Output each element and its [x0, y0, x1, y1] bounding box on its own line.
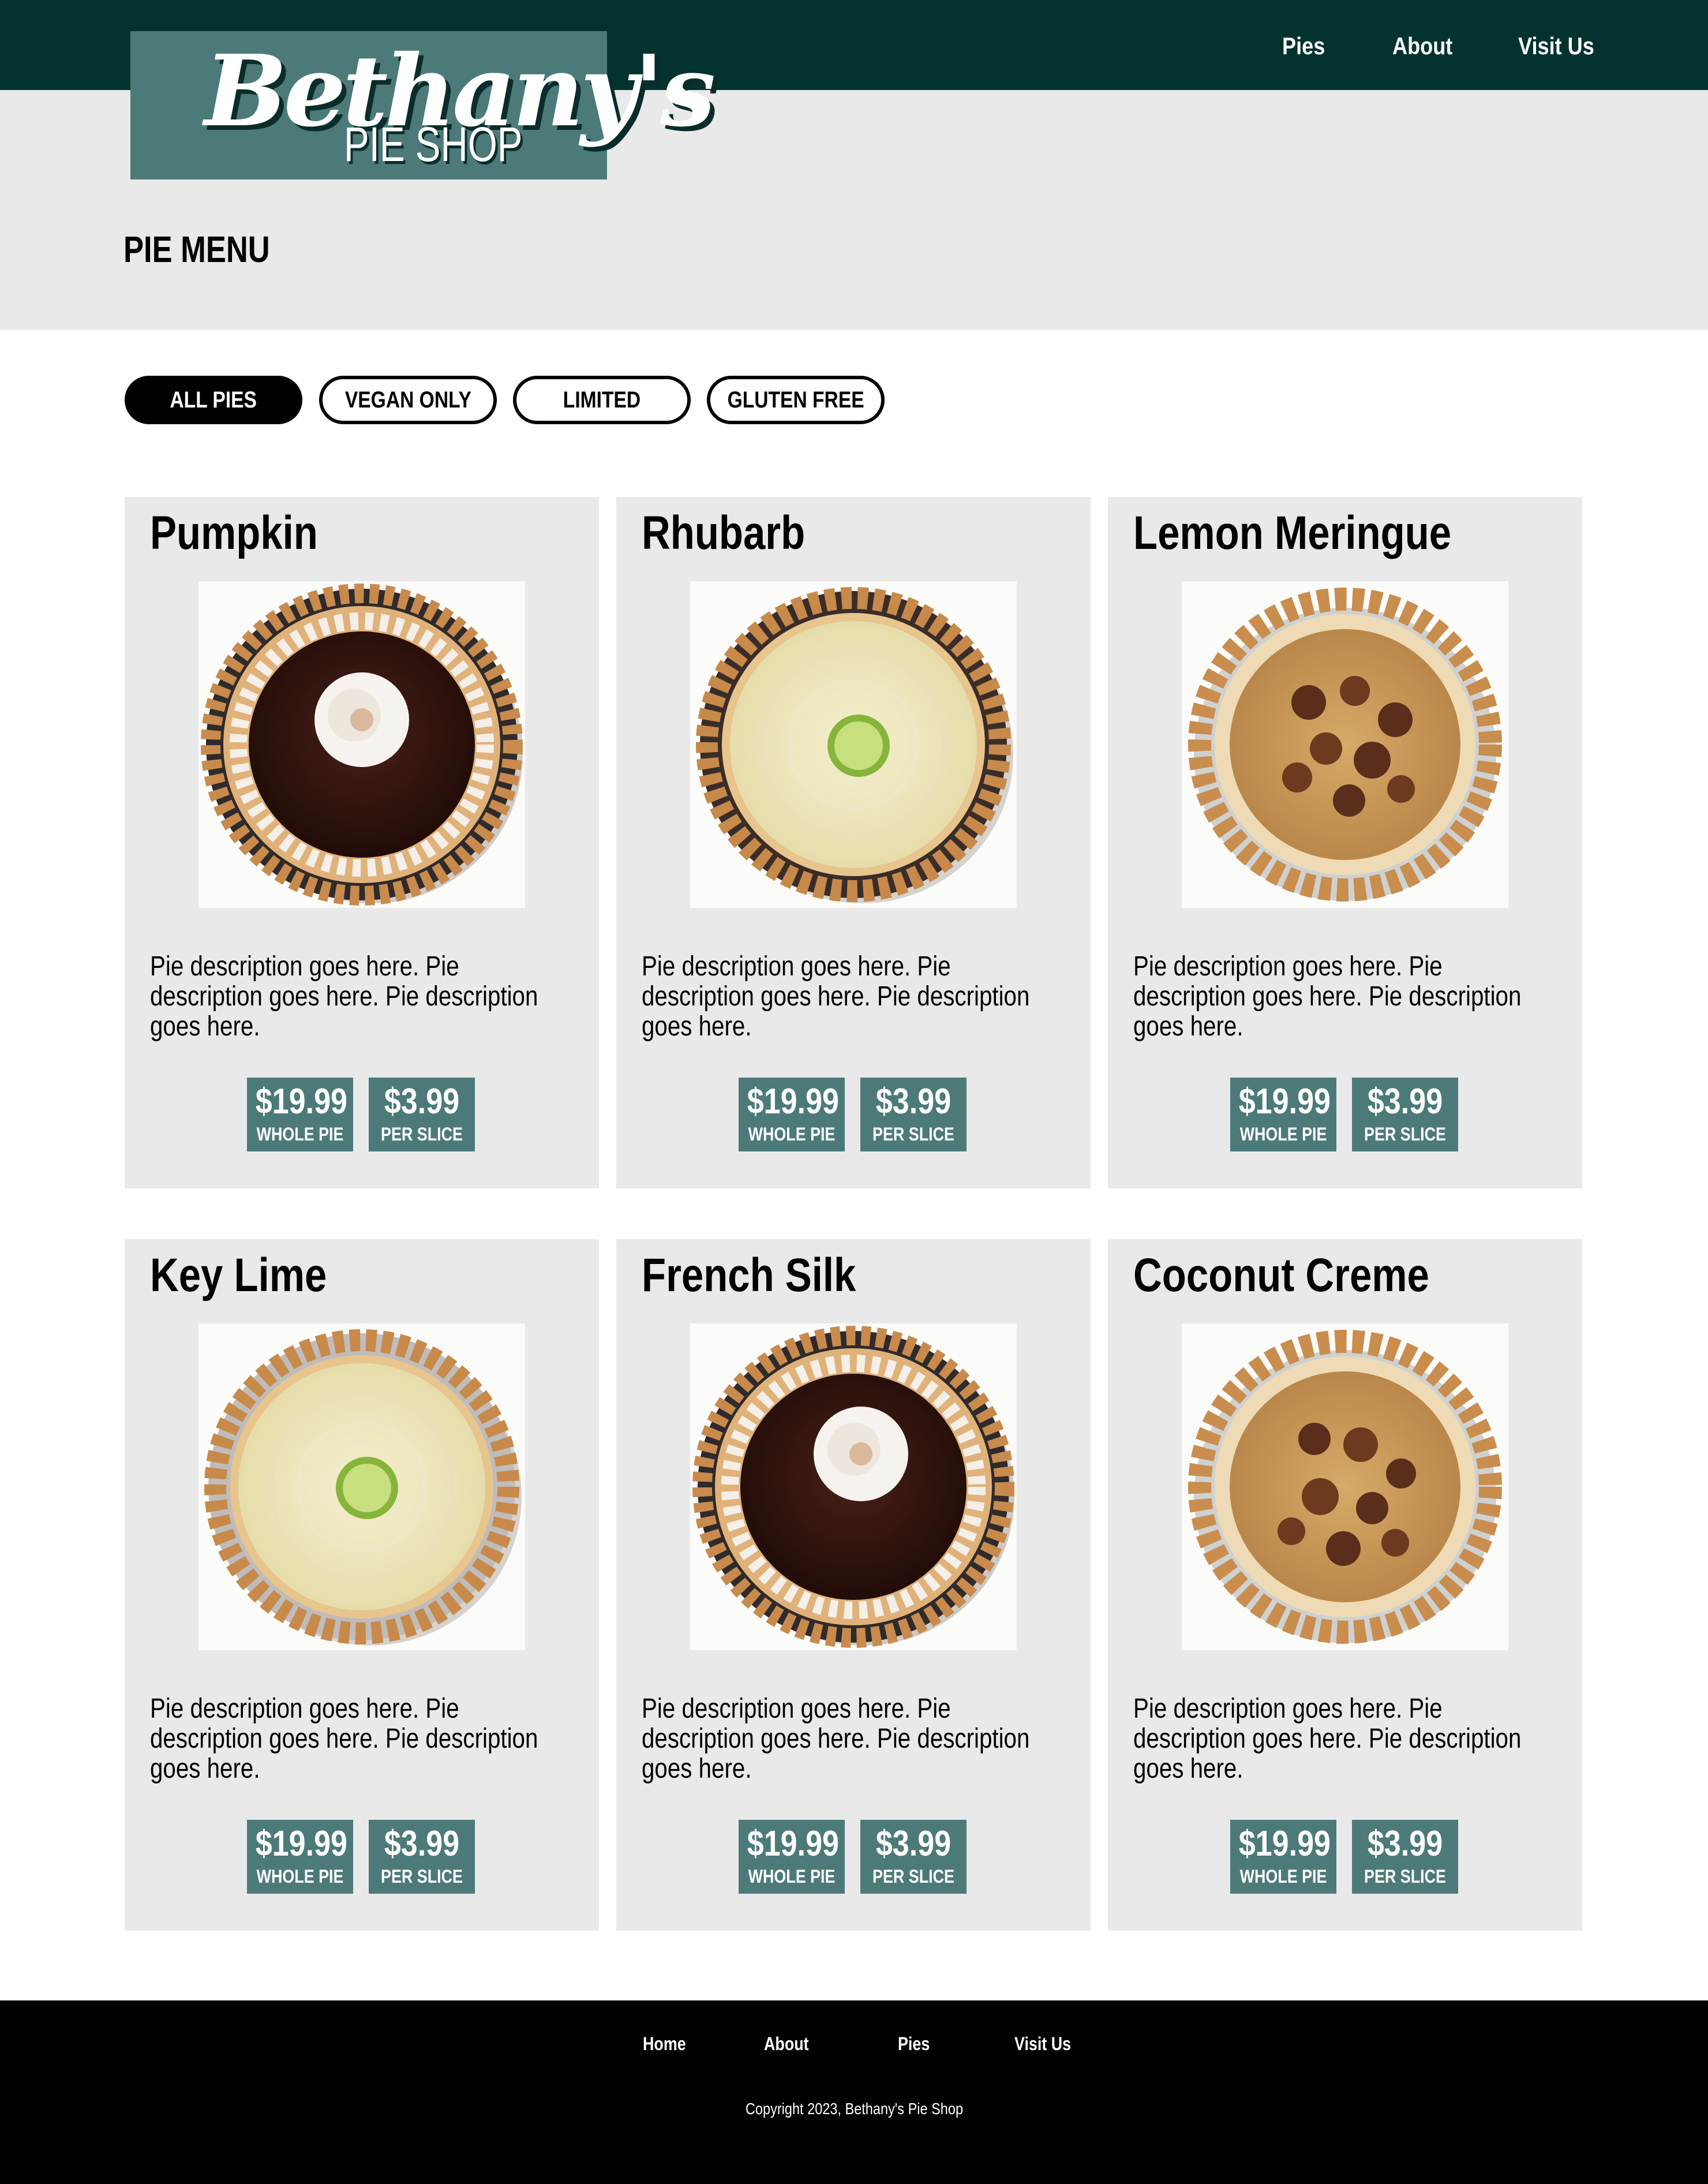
filter-vegan-only[interactable]: VEGAN ONLY — [319, 376, 497, 424]
whole-pie-price: $19.99 WHOLE PIE — [1230, 1820, 1336, 1894]
whole-pie-price: $19.99 WHOLE PIE — [247, 1820, 353, 1894]
price-label: WHOLE PIE — [1239, 1866, 1327, 1887]
pie-description: Pie description goes here. Pie descripti… — [642, 1693, 1030, 1784]
price-amount: $19.99 — [255, 1082, 348, 1121]
footer-link-about[interactable]: About — [764, 2033, 809, 2055]
whole-pie-price: $19.99 WHOLE PIE — [739, 1820, 845, 1894]
price-label: PER SLICE — [381, 1124, 463, 1145]
pie-description: Pie description goes here. Pie descripti… — [1133, 1693, 1522, 1784]
price-label: WHOLE PIE — [1239, 1124, 1327, 1145]
copyright-wrapper: Copyright 2023, Bethany's Pie Shop — [0, 2100, 1708, 2118]
pie-name: Coconut Creme — [1133, 1249, 1429, 1302]
price-amount: $19.99 — [1238, 1082, 1331, 1121]
price-label: PER SLICE — [872, 1866, 954, 1887]
logo-subtitle: PIE SHOP — [344, 117, 523, 171]
price-amount: $3.99 — [875, 1824, 952, 1864]
filter-label: VEGAN ONLY — [344, 387, 471, 413]
price-label: WHOLE PIE — [256, 1866, 344, 1887]
slice-price: $3.99 PER SLICE — [860, 1078, 967, 1151]
pie-card[interactable]: French Silk Pie description goes here. P… — [616, 1239, 1091, 1931]
filter-label: ALL PIES — [170, 387, 257, 413]
footer-link-home[interactable]: Home — [643, 2033, 686, 2055]
pie-description: Pie description goes here. Pie descripti… — [1133, 951, 1522, 1042]
slice-price: $3.99 PER SLICE — [369, 1078, 475, 1151]
nav-pies[interactable]: Pies — [1282, 30, 1325, 62]
price-amount: $3.99 — [875, 1082, 952, 1121]
price-amount: $3.99 — [1367, 1082, 1443, 1121]
price-label: WHOLE PIE — [256, 1124, 344, 1145]
chocolate-pie-photo — [690, 1323, 1017, 1650]
slice-price: $3.99 PER SLICE — [1352, 1820, 1458, 1894]
pie-card[interactable]: Coconut Creme Pie description goes here.… — [1108, 1239, 1582, 1931]
price-amount: $19.99 — [747, 1082, 840, 1121]
nav-visit-us[interactable]: Visit Us — [1518, 30, 1594, 62]
slice-price: $3.99 PER SLICE — [369, 1820, 475, 1894]
pie-description: Pie description goes here. Pie descripti… — [642, 951, 1030, 1042]
whole-pie-price: $19.99 WHOLE PIE — [1230, 1078, 1336, 1151]
nav-about[interactable]: About — [1392, 30, 1452, 62]
pie-description: Pie description goes here. Pie descripti… — [150, 951, 538, 1042]
pie-name: Key Lime — [150, 1249, 327, 1302]
price-label: WHOLE PIE — [748, 1866, 836, 1887]
pie-card[interactable]: Rhubarb Pie description goes here. Pie d… — [616, 497, 1091, 1188]
price-label: PER SLICE — [1364, 1866, 1446, 1887]
price-amount: $19.99 — [747, 1824, 840, 1864]
filter-limited[interactable]: LIMITED — [513, 376, 691, 424]
pie-card[interactable]: Lemon Meringue Pie description goes here… — [1108, 497, 1582, 1188]
copyright-text: Copyright 2023, Bethany's Pie Shop — [745, 2100, 963, 2118]
filter-gluten-free[interactable]: GLUTEN FREE — [707, 376, 885, 424]
footer-link-visit-us[interactable]: Visit Us — [1014, 2033, 1071, 2055]
pie-card[interactable]: Pumpkin Pie description goes here. Pie d… — [125, 497, 599, 1188]
price-amount: $3.99 — [1367, 1824, 1443, 1864]
chocolate-pie-photo — [198, 581, 525, 908]
whole-pie-price: $19.99 WHOLE PIE — [739, 1078, 845, 1151]
pie-card[interactable]: Key Lime Pie description goes here. Pie … — [125, 1239, 599, 1931]
whole-pie-price: $19.99 WHOLE PIE — [247, 1078, 353, 1151]
cream-lime-pie-photo — [690, 581, 1017, 908]
price-amount: $3.99 — [384, 1082, 460, 1121]
pie-name: Pumpkin — [150, 507, 318, 559]
pie-name: Rhubarb — [642, 507, 806, 559]
price-amount: $3.99 — [384, 1824, 460, 1864]
cream-lime-pie-photo — [198, 1323, 525, 1650]
page-title: PIE MENU — [123, 229, 270, 270]
slice-price: $3.99 PER SLICE — [860, 1820, 967, 1894]
price-label: PER SLICE — [872, 1124, 954, 1145]
price-label: PER SLICE — [1364, 1124, 1446, 1145]
slice-price: $3.99 PER SLICE — [1352, 1078, 1458, 1151]
price-label: WHOLE PIE — [748, 1124, 836, 1145]
crumble-pie-photo — [1182, 1323, 1508, 1650]
filter-label: GLUTEN FREE — [727, 387, 864, 413]
pie-name: Lemon Meringue — [1133, 507, 1452, 559]
pie-name: French Silk — [642, 1249, 856, 1302]
site-footer — [0, 2000, 1708, 2184]
price-label: PER SLICE — [381, 1866, 463, 1887]
price-amount: $19.99 — [255, 1824, 348, 1864]
site-logo[interactable]: Bethany's PIE SHOP — [130, 31, 716, 179]
pie-description: Pie description goes here. Pie descripti… — [150, 1693, 538, 1784]
footer-link-pies[interactable]: Pies — [898, 2033, 930, 2055]
crumble-pie-photo — [1182, 581, 1508, 908]
price-amount: $19.99 — [1238, 1824, 1331, 1864]
filter-label: LIMITED — [563, 387, 641, 413]
filter-all-pies[interactable]: ALL PIES — [125, 376, 302, 424]
